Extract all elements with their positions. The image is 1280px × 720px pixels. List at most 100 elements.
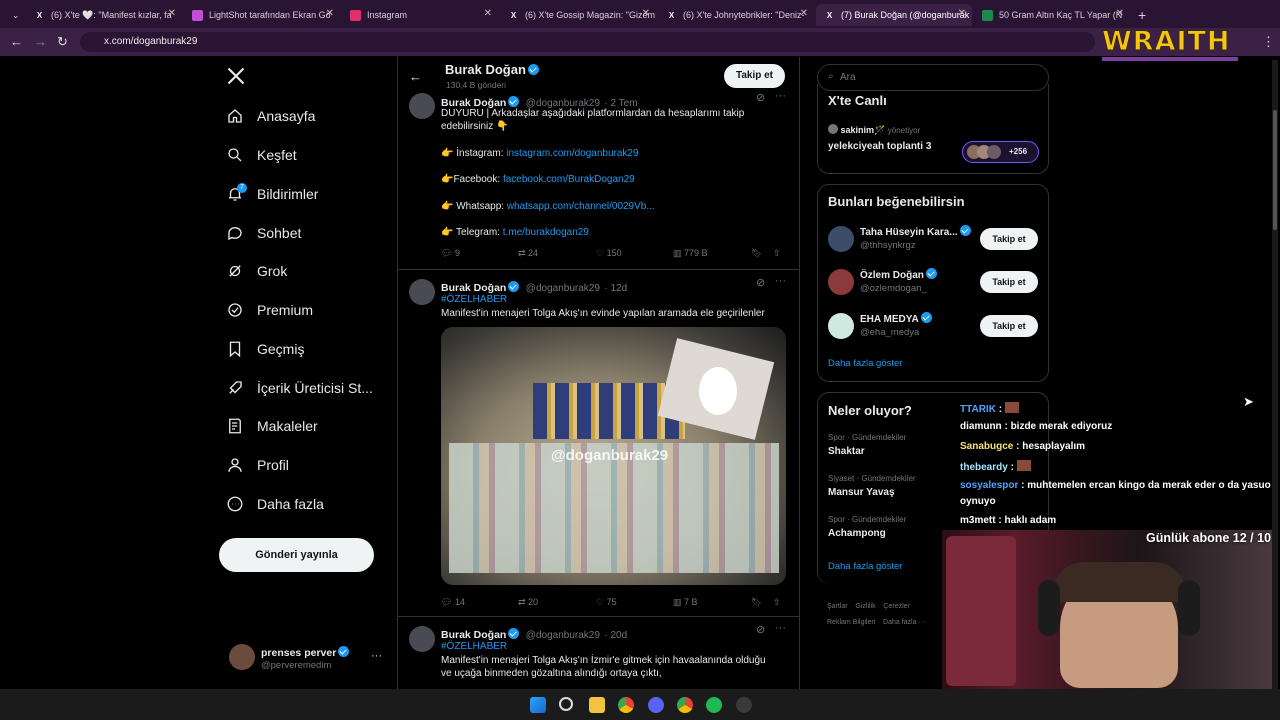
browser-menu-icon[interactable]: ⋮ [1262, 34, 1275, 50]
trend-name[interactable]: Shaktar [828, 446, 865, 457]
nav-item-chat[interactable]: Sohbet [226, 218, 301, 248]
file-explorer-icon[interactable] [589, 697, 605, 713]
trend-name[interactable]: Mansur Yavaş [828, 487, 895, 498]
reload-icon[interactable]: ↻ [57, 34, 68, 50]
browser-tab-4[interactable]: X (6) X'te Gossip Magazin: "Gizem ✕ [500, 4, 656, 26]
scrollbar-thumb[interactable] [1273, 110, 1277, 230]
nav-item-article[interactable]: Makaleler [226, 411, 318, 441]
tweet-2[interactable]: Burak Doğan @doganburak29 · 12d ⊘ ··· #Ö… [398, 271, 799, 617]
follow-button[interactable]: Takip et [980, 271, 1038, 293]
share-icon[interactable]: ⇧ [773, 597, 781, 608]
windows-start-icon[interactable] [530, 697, 546, 713]
close-icon[interactable]: ✕ [168, 8, 176, 19]
close-icon[interactable]: ✕ [326, 8, 334, 19]
nav-item-person[interactable]: Profil [226, 450, 289, 480]
close-icon[interactable]: ✕ [484, 8, 492, 19]
share-icon[interactable]: ⇧ [773, 248, 781, 259]
user-avatar[interactable] [828, 226, 854, 252]
like-button[interactable]: ♡ 75 [596, 597, 617, 608]
x-logo-icon[interactable] [226, 66, 248, 88]
reply-button[interactable]: 💬︎ 14 [441, 597, 465, 608]
browser-tab-6-active[interactable]: X (7) Burak Doğan (@doganburak ✕ [816, 4, 972, 26]
tweet-time[interactable]: · 20d [604, 630, 627, 641]
spotify-icon[interactable] [706, 697, 722, 713]
reply-button[interactable]: 💬︎ 9 [441, 248, 460, 259]
follow-button[interactable]: Takip et [980, 228, 1038, 250]
footer-link[interactable]: Şartlar [827, 603, 848, 610]
link-url[interactable]: facebook.com/BurakDogan29 [503, 174, 635, 185]
footer-link[interactable]: Daha fazla ··· [883, 619, 925, 626]
avatar[interactable] [409, 626, 435, 652]
bookmark-icon[interactable]: 🔖︎ [751, 248, 762, 259]
browser-tab-5[interactable]: X (6) X'te Johnytebrikler: "Deniz- ✕ [658, 4, 814, 26]
retweet-button[interactable]: ⇄ 20 [518, 597, 538, 608]
nav-item-grok[interactable]: Grok [226, 256, 287, 286]
link-url[interactable]: instagram.com/doganburak29 [506, 148, 638, 159]
footer-link[interactable]: Çerezler [883, 603, 909, 610]
link-url[interactable]: t.me/burakdogan29 [503, 227, 589, 238]
more-options-icon[interactable]: ··· [775, 90, 786, 102]
footer-link[interactable]: Reklam Bilgileri [827, 619, 875, 626]
back-arrow-icon[interactable]: ← [409, 69, 422, 84]
show-more-link[interactable]: Daha fazla göster [828, 561, 902, 572]
url-field[interactable]: x.com/doganburak29 [80, 32, 1095, 52]
live-host[interactable]: sakinim🪄 yönetiyor [828, 124, 920, 136]
retweet-button[interactable]: ⇄ 24 [518, 248, 538, 259]
views-button[interactable]: ▥ 779 B [673, 248, 708, 259]
tweet-1[interactable]: Burak Doğan @doganburak29 · 2 Tem ⊘ ··· … [398, 90, 799, 270]
show-more-link[interactable]: Daha fazla göster [828, 358, 902, 369]
nav-item-home[interactable]: Anasayfa [226, 101, 315, 131]
close-icon[interactable]: ✕ [642, 8, 650, 19]
views-button[interactable]: ▥ 7 B [673, 597, 698, 608]
page-scrollbar[interactable] [1272, 60, 1278, 689]
nav-item-premium[interactable]: Premium [226, 295, 313, 325]
nav-item-bell[interactable]: 7 Bildirimler [226, 179, 318, 209]
space-listeners[interactable]: +256 [962, 141, 1039, 163]
discord-icon[interactable] [648, 697, 664, 713]
grok-icon[interactable]: ⊘ [756, 276, 765, 289]
footer-link[interactable]: Gizlilik [855, 603, 875, 610]
back-arrow-icon[interactable]: ← [10, 34, 23, 49]
browser-tab-2[interactable]: LightShot tarafından Ekran Gö ✕ [184, 4, 340, 26]
nav-item-search[interactable]: Keşfet [226, 140, 297, 170]
hashtag-link[interactable]: #ÖZELHABER [441, 640, 507, 653]
tweet-photo[interactable]: @doganburak29 [441, 327, 786, 585]
follow-button[interactable]: Takip et [724, 64, 785, 88]
close-icon[interactable]: ✕ [958, 8, 966, 19]
browser-tab-3[interactable]: Instagram ✕ [342, 4, 498, 26]
trend-name[interactable]: Achampong [828, 528, 886, 539]
more-options-icon[interactable]: ··· [775, 622, 786, 634]
bookmark-icon[interactable]: 🔖︎ [751, 597, 762, 608]
close-icon[interactable]: ✕ [800, 8, 808, 19]
nav-item-rocket[interactable]: İçerik Üreticisi St... [226, 373, 373, 403]
obs-icon[interactable] [736, 697, 752, 713]
link-url[interactable]: whatsapp.com/channel/0029Vb... [507, 201, 655, 212]
space-title[interactable]: yelekciyeah toplanti 3 [828, 141, 931, 152]
avatar[interactable] [409, 279, 435, 305]
forward-arrow-icon[interactable]: → [34, 34, 47, 49]
grok-icon[interactable]: ⊘ [756, 91, 765, 104]
tweet-3[interactable]: Burak Doğan @doganburak29 · 20d ⊘ ··· #Ö… [398, 618, 799, 697]
chrome-icon[interactable] [618, 697, 634, 713]
avatar[interactable] [409, 93, 435, 119]
nav-item-bookmark[interactable]: Geçmiş [226, 334, 304, 364]
like-button[interactable]: ♡ 150 [596, 248, 622, 259]
more-options-icon[interactable]: ··· [371, 650, 382, 662]
grok-icon[interactable]: ⊘ [756, 623, 765, 636]
suggested-user[interactable]: Taha Hüseyin Kara... [860, 225, 973, 238]
search-icon[interactable] [559, 697, 573, 711]
browser-tab-7[interactable]: 50 Gram Altın Kaç TL Yapar (N ✕ [974, 4, 1130, 26]
tweet-time[interactable]: · 12d [604, 283, 627, 294]
suggested-user[interactable]: EHA MEDYA [860, 312, 934, 325]
account-avatar[interactable] [229, 644, 255, 670]
browser-tab-1[interactable]: X (6) X'te 🤍: "Manifest kızlar, fa ✕ [26, 4, 182, 26]
tab-list-button[interactable]: ⌄ [4, 4, 22, 26]
close-icon[interactable]: ✕ [1116, 8, 1124, 19]
nav-item-more[interactable]: Daha fazla [226, 489, 324, 519]
post-button[interactable]: Gönderi yayınla [219, 538, 374, 572]
follow-button[interactable]: Takip et [980, 315, 1038, 337]
new-tab-button[interactable]: + [1134, 4, 1154, 26]
user-avatar[interactable] [828, 313, 854, 339]
suggested-user[interactable]: Özlem Doğan [860, 268, 939, 281]
more-options-icon[interactable]: ··· [775, 275, 786, 287]
